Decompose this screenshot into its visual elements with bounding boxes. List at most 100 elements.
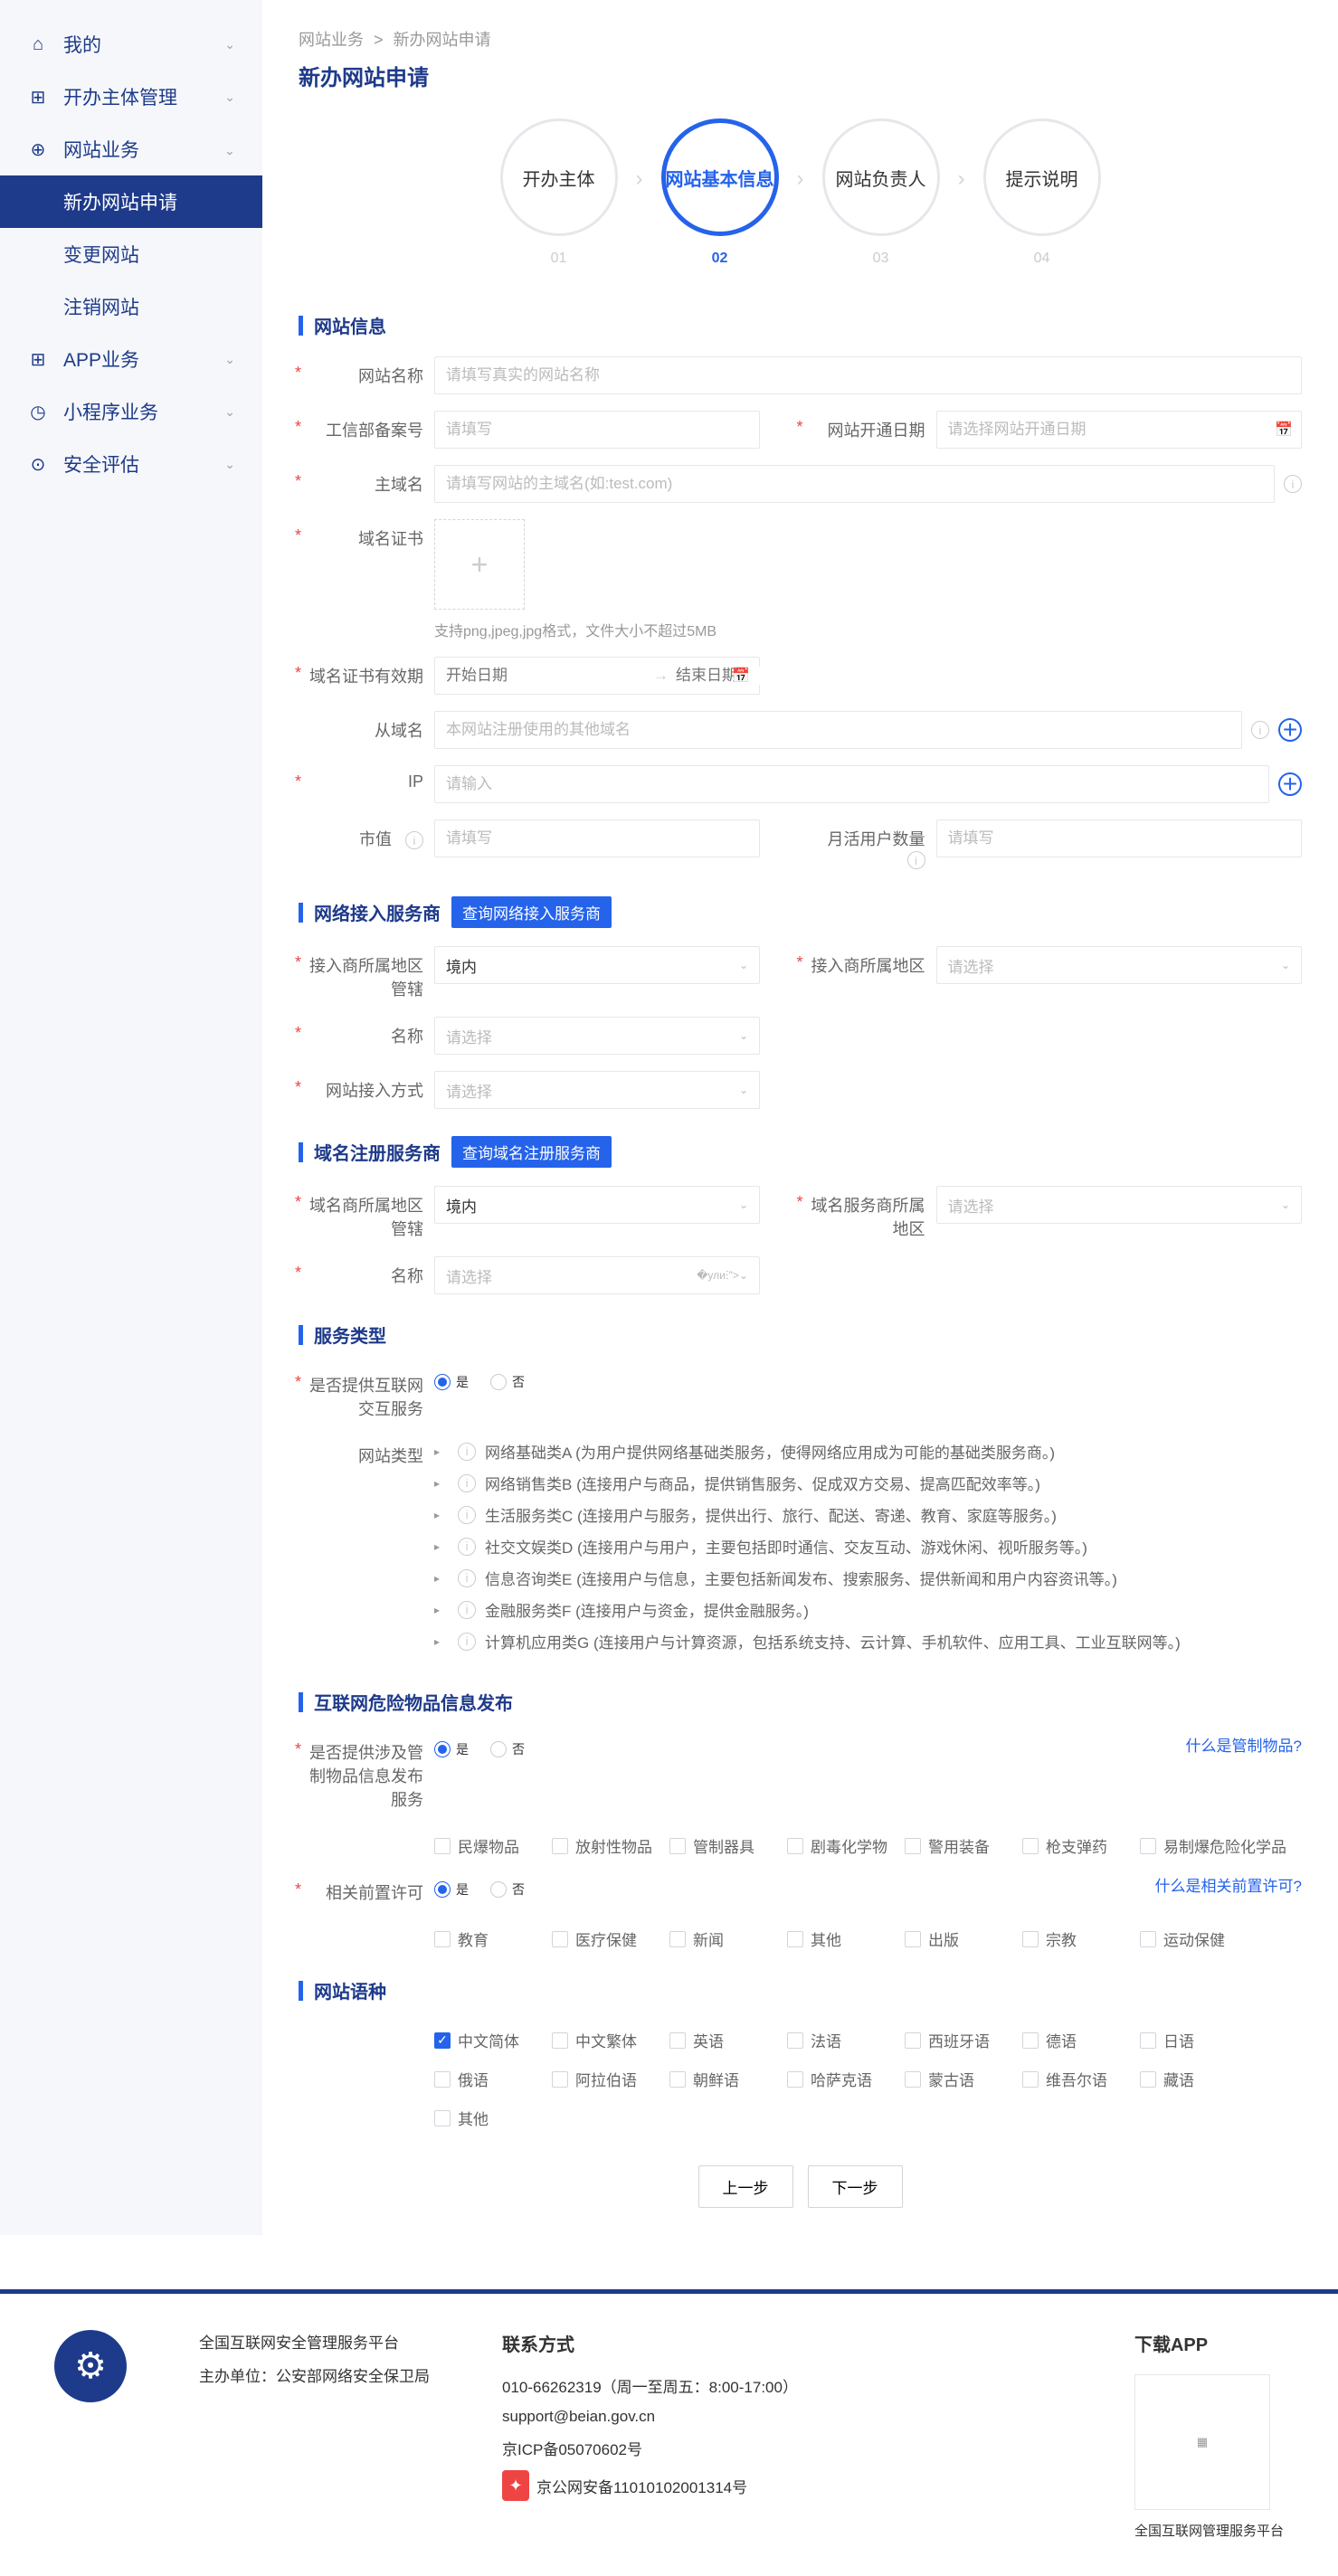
date-start-input[interactable] [446, 667, 646, 685]
add-sub-domain-button[interactable]: + [1278, 718, 1302, 742]
checkbox-item[interactable]: 出版 [905, 1927, 1022, 1950]
sidebar-item-mine[interactable]: ⌂ 我的 ⌄ [0, 18, 262, 71]
info-icon[interactable]: i [458, 1569, 476, 1587]
sidebar-item-app[interactable]: ⊞ APP业务 ⌄ [0, 333, 262, 385]
query-registrar-button[interactable]: 查询域名注册服务商 [451, 1136, 612, 1168]
info-icon[interactable]: i [458, 1474, 476, 1492]
checkbox-lang[interactable]: 俄语 [434, 2068, 552, 2090]
checkbox-item[interactable]: 新闻 [669, 1927, 787, 1950]
info-icon[interactable]: i [1251, 721, 1269, 739]
checkbox-lang[interactable]: 其他 [434, 2107, 552, 2129]
radio-no[interactable]: 否 [490, 1373, 525, 1391]
checkbox-lang[interactable]: 日语 [1140, 2029, 1257, 2051]
checkbox-lang[interactable]: 维吾尔语 [1022, 2068, 1140, 2090]
category-row[interactable]: ▸i金融服务类F (连接用户与资金，提供金融服务。) [434, 1598, 1302, 1621]
sidebar-item-security[interactable]: ⊙ 安全评估 ⌄ [0, 438, 262, 490]
access-method-select[interactable]: 请选择⌄ [434, 1071, 760, 1109]
checkbox-lang[interactable]: 西班牙语 [905, 2029, 1022, 2051]
checkbox-lang[interactable]: 法语 [787, 2029, 905, 2051]
section-title-registrar: 域名注册服务商 查询域名注册服务商 [299, 1136, 1302, 1168]
upload-domain-cert[interactable]: + [434, 519, 525, 610]
checkbox-item[interactable]: 枪支弹药 [1022, 1834, 1140, 1857]
ip-input[interactable] [434, 765, 1269, 803]
label-registrar-area: 域名服务商所属地区 [801, 1186, 936, 1240]
checkbox-item[interactable]: 民爆物品 [434, 1834, 552, 1857]
checkbox-item[interactable]: 易制爆危险化学品 [1140, 1834, 1294, 1857]
checkbox-item[interactable]: 警用装备 [905, 1834, 1022, 1857]
checkbox-item[interactable]: 宗教 [1022, 1927, 1140, 1950]
help-pre-license-link[interactable]: 什么是相关前置许可? [1155, 1873, 1302, 1896]
category-row[interactable]: ▸i网络销售类B (连接用户与商品，提供销售服务、促成双方交易、提高匹配效率等。… [434, 1472, 1302, 1494]
sidebar-item-website[interactable]: ⊕ 网站业务 ⌃ [0, 123, 262, 175]
radio-yes[interactable]: 是 [434, 1880, 469, 1899]
step-1: 开办主体 01 [500, 118, 618, 267]
checkbox-lang[interactable]: 阿拉伯语 [552, 2068, 669, 2090]
radio-no[interactable]: 否 [490, 1740, 525, 1758]
step-sep-icon: › [797, 166, 804, 219]
checkbox-item[interactable]: 医疗保健 [552, 1927, 669, 1950]
market-value-input[interactable] [434, 819, 760, 857]
checkbox-lang[interactable]: 德语 [1022, 2029, 1140, 2051]
page-title: 新办网站申请 [299, 60, 1302, 91]
checkbox-item[interactable]: 管制器具 [669, 1834, 787, 1857]
category-row[interactable]: ▸i生活服务类C (连接用户与服务，提供出行、旅行、配送、寄递、教育、家庭等服务… [434, 1503, 1302, 1526]
cert-valid-range[interactable]: → 📅 [434, 657, 760, 695]
radio-yes[interactable]: 是 [434, 1373, 469, 1391]
checkbox-lang[interactable]: 中文繁体 [552, 2029, 669, 2051]
sidebar-sub-cancel[interactable]: 注销网站 [0, 280, 262, 333]
next-button[interactable]: 下一步 [808, 2165, 903, 2208]
help-controlled-link[interactable]: 什么是管制物品? [1186, 1733, 1302, 1756]
open-date-input[interactable] [936, 411, 1303, 449]
radio-yes[interactable]: 是 [434, 1740, 469, 1758]
site-name-input[interactable] [434, 356, 1302, 394]
sidebar-item-miniprogram[interactable]: ◷ 小程序业务 ⌄ [0, 385, 262, 438]
category-row[interactable]: ▸i网络基础类A (为用户提供网络基础类服务，使得网络应用成为可能的基础类服务商… [434, 1440, 1302, 1463]
sidebar-sub-change[interactable]: 变更网站 [0, 228, 262, 280]
pre-license-radio-group: 是 否 [434, 1873, 525, 1899]
info-icon[interactable]: i [458, 1633, 476, 1651]
icp-input[interactable] [434, 411, 760, 449]
sidebar: ⌂ 我的 ⌄ ⊞ 开办主体管理 ⌄ ⊕ 网站业务 ⌃ 新办网站申请 变更网站 注… [0, 0, 262, 2235]
category-row[interactable]: ▸i计算机应用类G (连接用户与计算资源，包括系统支持、云计算、手机软件、应用工… [434, 1630, 1302, 1653]
info-icon[interactable]: i [458, 1443, 476, 1461]
category-row[interactable]: ▸i信息咨询类E (连接用户与信息，主要包括新闻发布、搜索服务、提供新闻和用户内… [434, 1567, 1302, 1589]
checkbox-item[interactable]: 运动保健 [1140, 1927, 1257, 1950]
info-icon[interactable]: i [458, 1601, 476, 1619]
checkbox-lang[interactable]: 藏语 [1140, 2068, 1257, 2090]
query-provider-button[interactable]: 查询网络接入服务商 [451, 896, 612, 928]
registrar-name-select[interactable]: 请选择�улиⵗ">⌄ [434, 1256, 760, 1294]
provider-name-select[interactable]: 请选择⌄ [434, 1017, 760, 1055]
radio-no[interactable]: 否 [490, 1880, 525, 1899]
checkbox-item[interactable]: 其他 [787, 1927, 905, 1950]
checkbox-item[interactable]: 放射性物品 [552, 1834, 669, 1857]
checkbox-item[interactable]: 教育 [434, 1927, 552, 1950]
sidebar-item-entity[interactable]: ⊞ 开办主体管理 ⌄ [0, 71, 262, 123]
info-icon[interactable]: i [907, 851, 925, 869]
checkbox-lang[interactable]: 蒙古语 [905, 2068, 1022, 2090]
sidebar-item-label: 小程序业务 [63, 398, 158, 425]
category-row[interactable]: ▸i社交文娱类D (连接用户与用户，主要包括即时通信、交友互动、游戏休闲、视听服… [434, 1535, 1302, 1558]
info-icon[interactable]: i [405, 831, 423, 849]
main-domain-input[interactable] [434, 465, 1275, 503]
add-ip-button[interactable]: + [1278, 772, 1302, 796]
qr-code: ▦ [1134, 2374, 1270, 2510]
registrar-region-select[interactable]: 境内⌄ [434, 1186, 760, 1224]
date-end-input[interactable] [676, 667, 876, 685]
info-icon[interactable]: i [458, 1538, 476, 1556]
info-icon[interactable]: i [458, 1506, 476, 1524]
section-title-service-type: 服务类型 [299, 1321, 1302, 1348]
registrar-area-select[interactable]: 请选择⌄ [936, 1186, 1303, 1224]
checkbox-item[interactable]: 剧毒化学物 [787, 1834, 905, 1857]
checkbox-lang[interactable]: 英语 [669, 2029, 787, 2051]
provider-area-select[interactable]: 请选择⌄ [936, 946, 1303, 984]
checkbox-lang[interactable]: 朝鲜语 [669, 2068, 787, 2090]
sub-domain-input[interactable] [434, 711, 1242, 749]
provider-region-select[interactable]: 境内⌄ [434, 946, 760, 984]
checkbox-lang[interactable]: 哈萨克语 [787, 2068, 905, 2090]
breadcrumb-item[interactable]: 网站业务 [299, 31, 364, 49]
monthly-users-input[interactable] [936, 819, 1303, 857]
sidebar-sub-new[interactable]: 新办网站申请 [0, 175, 262, 228]
info-icon[interactable]: i [1284, 475, 1302, 493]
checkbox-lang[interactable]: 中文简体 [434, 2029, 552, 2051]
prev-button[interactable]: 上一步 [698, 2165, 793, 2208]
